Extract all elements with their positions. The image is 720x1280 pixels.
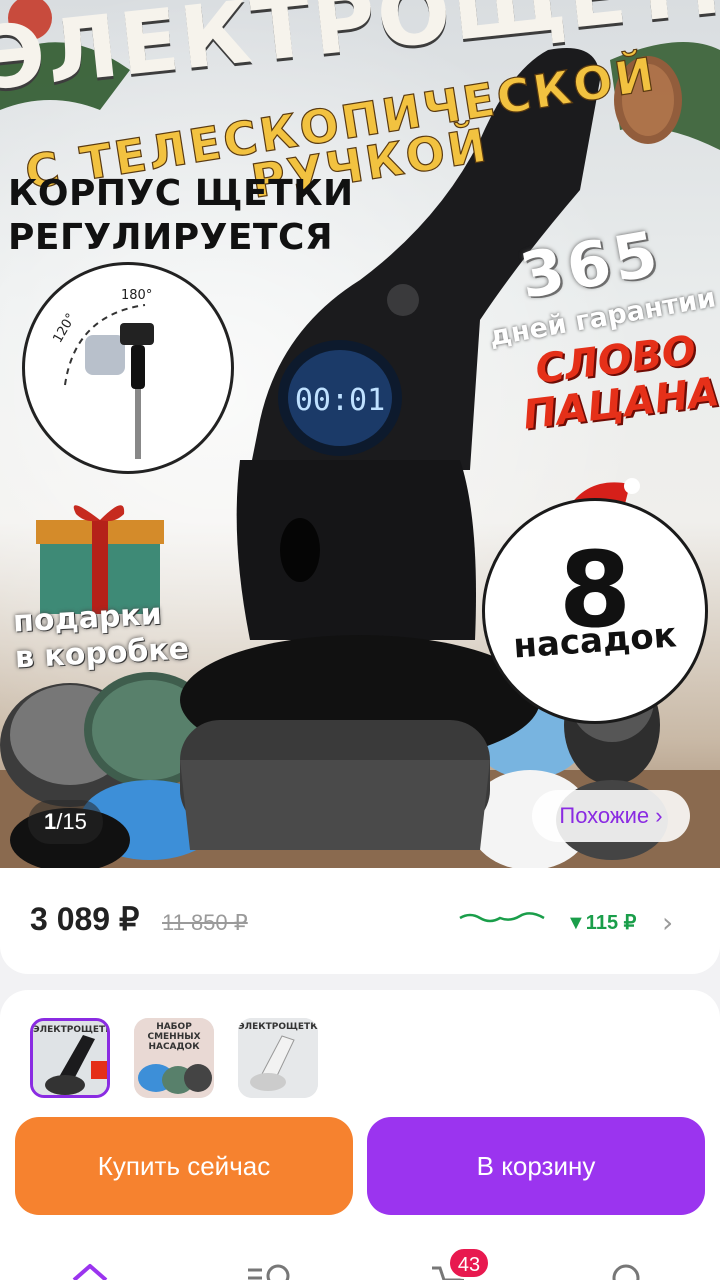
action-bar: Купить сейчас В корзину: [0, 1100, 720, 1230]
price-drop-badge: ▼115 ₽: [566, 912, 637, 934]
cart-count-badge: 43: [448, 1247, 490, 1279]
similar-products-button[interactable]: Похожие ›: [532, 790, 690, 842]
product-page: 00:01 ЭЛЕКТРОЩЕТКА С ТЕЛЕСКОПИЧЕСКОЙ РУЧ…: [0, 0, 720, 1280]
gift-caption: подарки в коробке: [12, 595, 190, 676]
angle-180-label: 180°: [121, 288, 152, 303]
adjustable-caption-line2: РЕГУЛИРУЕТСЯ: [8, 217, 334, 258]
product-image-gallery[interactable]: 00:01 ЭЛЕКТРОЩЕТКА С ТЕЛЕСКОПИЧЕСКОЙ РУЧ…: [0, 0, 720, 870]
adjustable-caption-line1: КОРПУС ЩЕТКИ: [8, 173, 354, 214]
rotation-inset: 120° 180°: [22, 262, 234, 474]
bottom-navigation: [0, 1230, 720, 1280]
profile-icon[interactable]: [606, 1260, 646, 1280]
add-to-cart-button[interactable]: В корзину: [367, 1117, 705, 1215]
image-counter-current: 1: [44, 809, 57, 834]
image-counter-total: /15: [56, 809, 87, 834]
variant-thumbnail[interactable]: НАБОР СМЕННЫХ НАСАДОК: [134, 1018, 214, 1098]
adjustable-caption: КОРПУС ЩЕТКИ РЕГУЛИРУЕТСЯ: [8, 172, 354, 260]
chevron-right-icon[interactable]: ›: [662, 906, 673, 939]
home-icon[interactable]: [70, 1260, 110, 1280]
variant-thumbnail[interactable]: ЭЛЕКТРОЩЕТКА: [30, 1018, 110, 1098]
price-history-sparkline: [459, 912, 545, 923]
buy-now-button[interactable]: Купить сейчас: [15, 1117, 353, 1215]
angle-120-label: 120°: [50, 311, 79, 346]
current-price: 3 089 ₽: [30, 901, 140, 937]
variant-title: НАБОР СМЕННЫХ НАСАДОК: [147, 1022, 201, 1052]
attachments-badge: 8 насадок: [482, 498, 708, 724]
price-card[interactable]: 3 089 ₽ 11 850 ₽ ▼115 ₽ ›: [0, 868, 720, 974]
old-price: 11 850 ₽: [162, 910, 248, 935]
variant-title: ЭЛЕКТРОЩЕТКА: [33, 1025, 107, 1035]
display-readout: 00:01: [295, 383, 385, 418]
image-counter: 1/15: [28, 800, 103, 844]
variant-title: ЭЛЕКТРОЩЕТКА: [238, 1022, 318, 1032]
variant-thumbnail[interactable]: ЭЛЕКТРОЩЕТКА: [238, 1018, 318, 1098]
catalog-icon[interactable]: [246, 1260, 292, 1280]
